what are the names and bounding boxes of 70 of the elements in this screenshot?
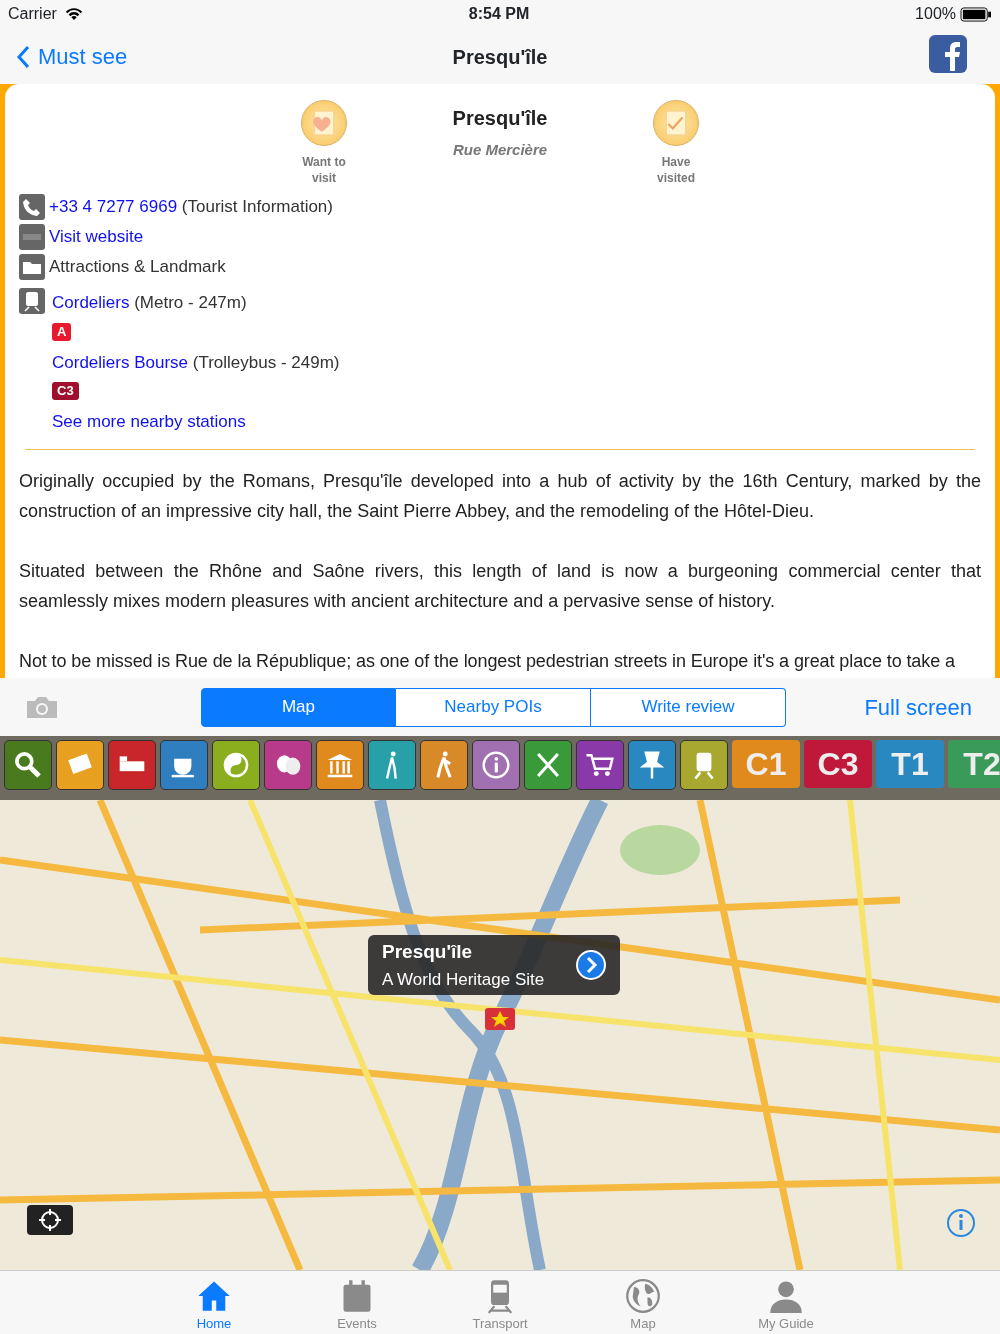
nav-title: Presqu'île <box>452 45 548 70</box>
map-filter-button[interactable] <box>160 740 208 790</box>
facebook-icon[interactable] <box>929 35 967 73</box>
place-street: Rue Mercière <box>451 140 549 160</box>
map-filter-button[interactable]: C3 <box>804 740 872 788</box>
carrier-name: Carrier <box>8 4 57 24</box>
tab-bar-item[interactable]: Home <box>142 1271 286 1334</box>
segment-tab[interactable]: Write review <box>591 687 786 727</box>
map-filter-button[interactable] <box>264 740 312 790</box>
info-text: Attractions & Landmark <box>49 256 226 279</box>
more-stations-link[interactable]: See more nearby stations <box>52 409 340 435</box>
wifi-icon <box>64 7 83 21</box>
map-filter-button[interactable] <box>4 740 52 790</box>
action-label: Have visited <box>656 154 696 186</box>
document-icon <box>311 110 337 136</box>
info-link[interactable]: +33 4 7277 6969 <box>49 197 178 217</box>
station-line: Cordeliers (Metro - 247m) <box>52 292 248 314</box>
battery-percent: 100% <box>915 4 956 24</box>
document-icon <box>663 110 689 136</box>
map-filter-button[interactable] <box>680 740 728 790</box>
map-filter-button[interactable] <box>524 740 572 790</box>
map-filter-button[interactable] <box>628 740 676 790</box>
tab-bar-item[interactable]: Events <box>285 1271 429 1334</box>
info-icon <box>480 749 512 781</box>
info-line: +33 4 7277 6969 (Tourist Information) <box>49 196 333 219</box>
map-filter-button[interactable]: T2 <box>948 740 1000 788</box>
place-title: Presqu'île <box>451 106 549 131</box>
map-filter-button[interactable] <box>576 740 624 790</box>
description-paragraph: Not to be missed is Rue de la République; as one of the longest pedestrian streets in Europe it's a great place to take a <box>19 649 956 673</box>
info-icon[interactable] <box>946 1208 976 1238</box>
locate-icon[interactable] <box>27 1205 73 1235</box>
station-line: Cordeliers Bourse (Trolleybus - 249m) <box>52 351 340 374</box>
description-paragraph: Situated between the Rhône and Saône rivers, this length of land is now a burgeoning commercial center that seamlessly mixes modern pleasures with ancient architecture and a pervasive sense of history. <box>19 559 981 613</box>
map-callout[interactable]: Presqu'île A World Heritage Site <box>368 935 620 995</box>
description-paragraph: Originally occupied by the Romans, Presqu'île developed into a hub of activity by the 16th Century, marked by the construction of an impressive city hall, the Saint Pierre Abbey, and the remodeling of the Hôtel-Dieu. <box>19 469 981 523</box>
back-chevron-icon <box>16 44 30 69</box>
line-badge: C3 <box>52 382 79 400</box>
star-marker-icon <box>485 1008 515 1030</box>
folder-icon <box>19 254 45 280</box>
status-time: 8:54 PM <box>468 4 530 24</box>
info-link[interactable]: Visit website <box>49 224 144 250</box>
search-icon <box>12 749 44 781</box>
map-filter-button[interactable] <box>368 740 416 790</box>
map-filter-button[interactable]: C1 <box>732 740 800 788</box>
full-screen-link[interactable]: Full screen <box>864 690 972 724</box>
map-filter-button[interactable] <box>56 740 104 790</box>
map-filter-button[interactable] <box>420 740 468 790</box>
station-link[interactable]: Cordeliers <box>52 293 130 312</box>
tab-bar-item[interactable]: My Guide <box>714 1271 858 1334</box>
chevron-right-icon[interactable] <box>576 950 606 980</box>
map-filter-button[interactable]: T1 <box>876 740 944 788</box>
action-label: Want to visit <box>301 154 347 186</box>
segment-tab[interactable]: Map <box>201 687 396 727</box>
tab-bar-item[interactable]: Map <box>571 1271 715 1334</box>
map-filter-button[interactable] <box>108 740 156 790</box>
map-filter-button[interactable] <box>316 740 364 790</box>
line-badge: A <box>52 322 72 341</box>
train-icon <box>19 288 45 314</box>
phone-icon <box>19 194 45 220</box>
map-filter-button[interactable] <box>212 740 260 790</box>
battery-icon <box>960 6 992 22</box>
person-icon <box>768 1278 804 1314</box>
globe-icon <box>625 1278 661 1314</box>
back-button[interactable]: Must see <box>16 40 128 73</box>
map-filter-button[interactable] <box>472 740 520 790</box>
callout-subtitle: A World Heritage Site <box>382 968 545 991</box>
tab-bar-item[interactable]: Transport <box>428 1271 572 1334</box>
segment-tab[interactable]: Nearby POIs <box>396 687 591 727</box>
station-link[interactable]: Cordeliers Bourse <box>52 352 189 372</box>
callout-title: Presqu'île <box>382 940 474 964</box>
